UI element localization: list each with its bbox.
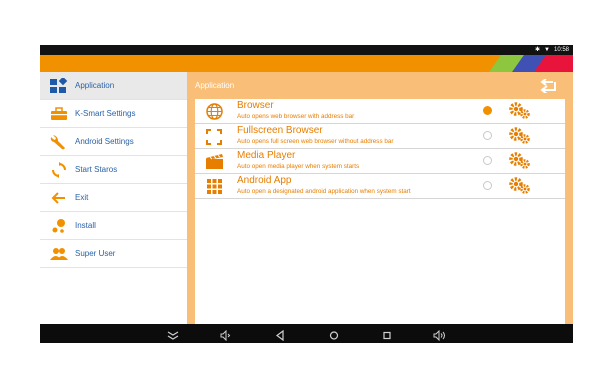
sidebar-item-label: Super User: [75, 249, 116, 258]
collapse-icon[interactable]: [167, 328, 179, 340]
radio-button[interactable]: [483, 156, 492, 165]
sidebar-item-label: Start Staros: [75, 165, 118, 174]
sidebar: Application K-Smart Settings Android Set…: [40, 72, 188, 324]
users-icon: [48, 245, 70, 263]
item-title: Fullscreen Browser: [237, 125, 323, 136]
sidebar-item-label: Android Settings: [75, 137, 134, 146]
bluetooth-icon: ✱: [535, 47, 541, 53]
radio-button[interactable]: [483, 181, 492, 190]
item-description: Auto opens full screen web browser witho…: [237, 138, 394, 145]
list-item[interactable]: Android App Auto open a designated andro…: [195, 174, 565, 199]
sidebar-item-label: Exit: [75, 193, 89, 202]
sidebar-item-super-user[interactable]: Super User: [40, 240, 187, 268]
grid-icon: [205, 178, 223, 195]
header-bar: [40, 55, 573, 72]
wifi-icon: ▼: [544, 46, 550, 53]
settings-gear-icon[interactable]: [509, 127, 531, 145]
arrow-left-icon: [48, 189, 70, 207]
page-title: Application: [195, 81, 235, 90]
list-item[interactable]: Browser Auto opens web browser with addr…: [195, 99, 565, 124]
settings-gear-icon[interactable]: [509, 152, 531, 170]
sidebar-item-exit[interactable]: Exit: [40, 184, 187, 212]
toolbox-icon: [48, 105, 70, 123]
volume-up-icon[interactable]: [433, 328, 445, 342]
settings-gear-icon[interactable]: [509, 102, 531, 120]
sidebar-item-label: Application: [75, 81, 115, 90]
back-icon[interactable]: [274, 328, 286, 342]
recents-icon[interactable]: [381, 328, 393, 340]
wrench-icon: [48, 133, 70, 151]
application-list: Browser Auto opens web browser with addr…: [195, 99, 565, 324]
list-item[interactable]: Media Player Auto open media player when…: [195, 149, 565, 174]
sidebar-item-label: K-Smart Settings: [75, 109, 136, 118]
list-item[interactable]: Fullscreen Browser Auto opens full scree…: [195, 124, 565, 149]
install-icon: [48, 217, 70, 235]
item-description: Auto opens web browser with address bar: [237, 113, 355, 120]
item-title: Media Player: [237, 150, 296, 161]
radio-button-selected[interactable]: [483, 106, 492, 115]
apps-icon: [48, 77, 70, 95]
refresh-icon: [48, 161, 70, 179]
sidebar-item-application[interactable]: Application: [40, 72, 187, 100]
item-description: Auto open a designated android applicati…: [237, 188, 411, 195]
home-icon[interactable]: [328, 328, 340, 340]
navigation-bar: [40, 324, 573, 343]
fullscreen-icon: [205, 128, 223, 145]
item-title: Android App: [237, 175, 292, 186]
item-title: Browser: [237, 100, 274, 111]
item-description: Auto open media player when system start…: [237, 163, 360, 170]
settings-gear-icon[interactable]: [509, 177, 531, 195]
device-screen: ✱ ▼ 10:58 Application K-Smart Settings A…: [40, 45, 573, 343]
volume-down-icon[interactable]: [220, 328, 232, 342]
sidebar-item-android-settings[interactable]: Android Settings: [40, 128, 187, 156]
globe-icon: [205, 103, 223, 120]
status-bar: ✱ ▼ 10:58: [40, 45, 573, 55]
sidebar-item-install[interactable]: Install: [40, 212, 187, 240]
sidebar-item-label: Install: [75, 221, 96, 230]
sidebar-item-k-smart-settings[interactable]: K-Smart Settings: [40, 100, 187, 128]
status-time: 10:58: [553, 46, 569, 53]
sidebar-item-start-staros[interactable]: Start Staros: [40, 156, 187, 184]
radio-button[interactable]: [483, 131, 492, 140]
clapperboard-icon: [205, 153, 223, 170]
content-panel: Application Browser Auto opens web brows…: [187, 72, 573, 324]
back-arrow-icon[interactable]: [539, 78, 557, 95]
